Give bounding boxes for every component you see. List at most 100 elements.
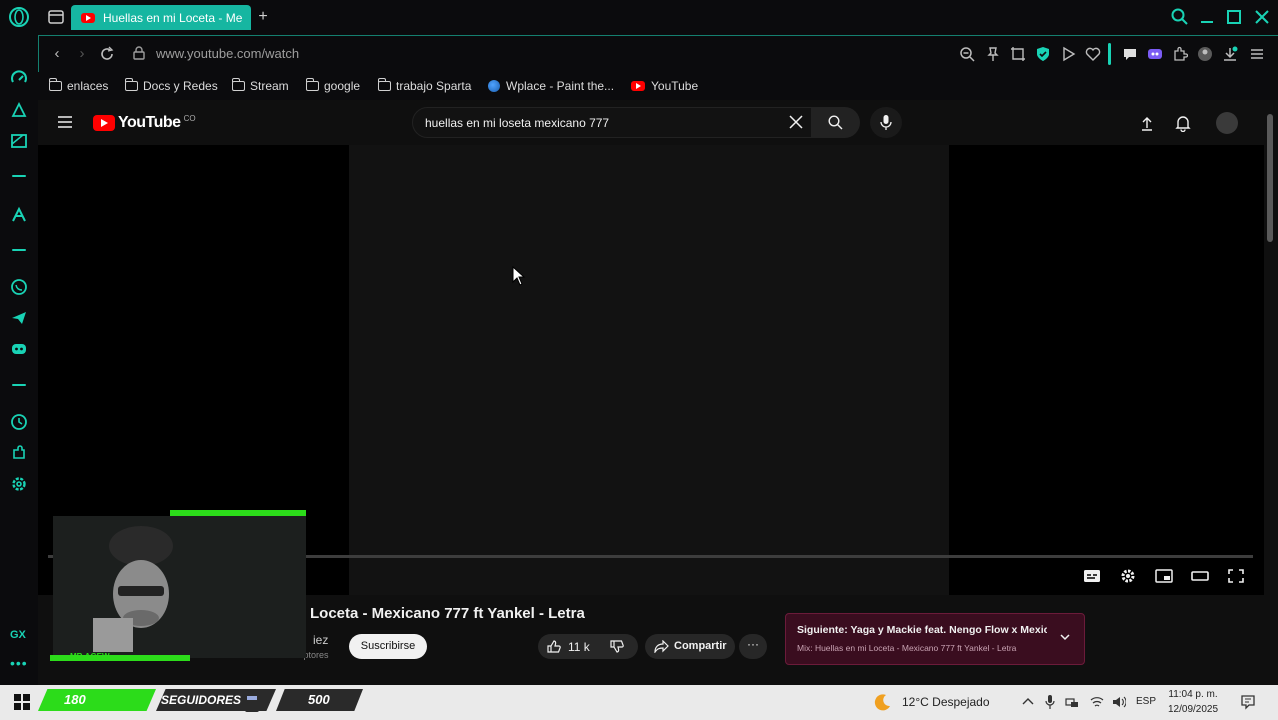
voice-search-button[interactable]: [870, 107, 902, 138]
toolbar-divider: [1108, 43, 1111, 65]
share-button[interactable]: Compartir: [645, 634, 735, 659]
system-clock[interactable]: 11:04 p. m. 12/09/2025: [1168, 687, 1218, 717]
goal-label: SEGUIDORES: [161, 693, 242, 707]
video-title: Loceta - Mexicano 777 ft Yankel - Letra: [310, 605, 585, 622]
menu-icon[interactable]: [1249, 46, 1265, 62]
page-scrollbar[interactable]: [1264, 100, 1278, 685]
account-avatar[interactable]: [1216, 112, 1238, 134]
aria-icon[interactable]: [1147, 46, 1163, 62]
network-tray-icon[interactable]: [1065, 695, 1079, 709]
goal-progress-fill: [38, 689, 156, 711]
tab-island-icon[interactable]: [48, 10, 64, 24]
reload-icon[interactable]: [99, 46, 115, 62]
gx-corner-icon[interactable]: [10, 132, 28, 150]
share-arrow-icon: [654, 640, 669, 653]
search-input[interactable]: huellas en mi loseta mexicano 777: [412, 107, 812, 138]
notification-center-icon[interactable]: [1240, 694, 1256, 710]
search-button[interactable]: [812, 107, 860, 138]
maximize-icon[interactable]: [1224, 7, 1244, 27]
bookmark-label: enlaces: [67, 79, 109, 93]
chevron-up-icon[interactable]: [1021, 695, 1035, 709]
browser-titlebar: Huellas en mi Loceta - Me +: [0, 0, 1278, 35]
chevron-down-icon[interactable]: [1059, 631, 1071, 643]
download-icon[interactable]: [1222, 46, 1238, 62]
history-icon[interactable]: [10, 413, 28, 431]
folder-icon: [49, 78, 62, 91]
bookmark-docs-y-redes[interactable]: Docs y Redes: [125, 78, 218, 94]
subtitles-icon[interactable]: [1083, 568, 1101, 584]
forward-button[interactable]: ›: [74, 46, 90, 62]
search-icon[interactable]: [1170, 7, 1190, 27]
zoom-out-icon[interactable]: [959, 46, 975, 62]
url-field[interactable]: www.youtube.com/watch: [156, 46, 299, 61]
opera-gx-logo-icon[interactable]: [8, 6, 30, 28]
theater-mode-icon[interactable]: [1191, 568, 1209, 584]
bookmark-wplace[interactable]: Wplace - Paint the...: [488, 78, 614, 94]
clock-date: 12/09/2025: [1168, 704, 1219, 715]
youtube-header: YouTube CO huellas en mi loseta mexicano…: [38, 100, 1264, 145]
subscribe-button[interactable]: Suscribirse: [349, 634, 427, 659]
telegram-icon[interactable]: [10, 309, 28, 327]
settings-icon[interactable]: [1119, 568, 1137, 584]
youtube-favicon-icon: [81, 12, 95, 23]
more-actions-button[interactable]: ···: [739, 634, 767, 659]
youtube-wordmark: YouTube: [118, 114, 181, 131]
youtube-logo[interactable]: YouTube CO: [93, 114, 196, 132]
microphone-tray-icon[interactable]: [1043, 695, 1057, 709]
snapshot-icon[interactable]: [1010, 46, 1026, 62]
search-query: huellas en mi loseta mexicano 777: [425, 116, 610, 130]
scrollbar-thumb[interactable]: [1267, 114, 1273, 242]
channel-name[interactable]: iez: [313, 633, 328, 647]
webcam-feed: [53, 516, 306, 658]
webcam-overlay: MR.AGEW: [50, 510, 306, 665]
extensions-puzzle-icon[interactable]: [1172, 46, 1188, 62]
guide-menu-icon[interactable]: [58, 116, 72, 128]
sidebar-more-icon[interactable]: •••: [10, 655, 28, 671]
youtube-play-logo-icon: [93, 115, 115, 131]
gx-control-icon[interactable]: [10, 70, 28, 88]
bookmark-google[interactable]: google: [306, 78, 360, 94]
vpn-shield-icon[interactable]: [1035, 46, 1051, 62]
bookmark-label: Stream: [250, 79, 289, 93]
video-frame[interactable]: [349, 145, 949, 595]
pin-icon[interactable]: [985, 46, 1001, 62]
bookmark-enlaces[interactable]: enlaces: [49, 78, 108, 94]
bookmark-youtube[interactable]: YouTube: [631, 78, 698, 94]
gx-label[interactable]: GX: [10, 629, 26, 641]
upload-icon[interactable]: [1138, 114, 1156, 132]
up-next-card[interactable]: Siguiente: Yaga y Mackie feat. Nengo Flo…: [785, 613, 1085, 665]
bookmark-label: YouTube: [651, 79, 699, 93]
twitch-icon[interactable]: [10, 206, 28, 224]
bookmark-stream[interactable]: Stream: [232, 78, 289, 94]
input-language[interactable]: ESP: [1136, 696, 1156, 707]
moon-weather-icon[interactable]: [874, 693, 892, 711]
player-icon[interactable]: [1060, 46, 1076, 62]
new-tab-button[interactable]: +: [255, 8, 271, 26]
settings-gear-icon[interactable]: [10, 475, 28, 493]
weather-text[interactable]: 12°C Despejado: [902, 695, 990, 709]
up-next-playlist: Mix: Huellas en mi Loceta - Mexicano 777…: [797, 643, 1017, 653]
lock-icon[interactable]: [133, 46, 145, 60]
minimize-icon[interactable]: [1197, 7, 1217, 27]
fullscreen-icon[interactable]: [1227, 568, 1245, 584]
extensions-icon[interactable]: [10, 444, 28, 462]
notifications-bell-icon[interactable]: [1174, 114, 1192, 132]
calculator-icon[interactable]: [245, 694, 259, 712]
chat-extension-icon[interactable]: [1122, 46, 1138, 62]
tab-active[interactable]: Huellas en mi Loceta - Me: [71, 5, 251, 30]
dislike-thumb-down-icon[interactable]: [610, 640, 624, 653]
back-button[interactable]: ‹: [49, 46, 65, 62]
close-icon[interactable]: [1252, 7, 1272, 27]
wifi-icon[interactable]: [1090, 695, 1104, 709]
volume-icon[interactable]: [1112, 695, 1126, 709]
clear-search-icon[interactable]: [789, 115, 803, 129]
gx-cleaner-icon[interactable]: [10, 101, 28, 119]
miniplayer-icon[interactable]: [1155, 568, 1173, 584]
bookmark-trabajo-sparta[interactable]: trabajo Sparta: [378, 78, 471, 94]
whatsapp-icon[interactable]: [10, 278, 28, 296]
like-thumb-up-icon[interactable]: [547, 640, 561, 653]
heart-icon[interactable]: [1085, 46, 1101, 62]
windows-start-icon[interactable]: [14, 694, 30, 710]
profile-avatar-icon[interactable]: [1197, 46, 1213, 62]
discord-icon[interactable]: [10, 340, 28, 358]
